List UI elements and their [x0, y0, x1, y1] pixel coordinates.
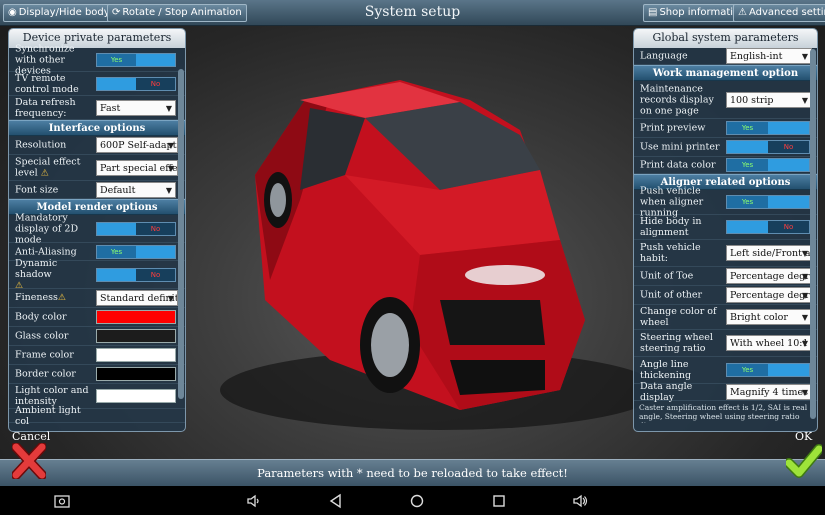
setting-row-hide-body: Hide body in alignment No	[634, 215, 817, 240]
effect-level-select[interactable]: Part special effect▼	[96, 159, 178, 176]
angle-display-select[interactable]: Magnify 4 times ▼	[726, 384, 812, 400]
back-icon[interactable]	[328, 493, 344, 509]
section-interface: Interface options	[9, 120, 185, 136]
frame-color-swatch[interactable]	[96, 348, 176, 362]
angle-thickening-toggle[interactable]: Yes	[726, 363, 810, 377]
maintenance-records-select[interactable]: 100 strip ▼	[726, 91, 812, 108]
print-preview-toggle[interactable]: Yes	[726, 121, 810, 135]
dropdown-arrow-icon: ▼	[801, 339, 808, 348]
dropdown-arrow-icon: ▼	[801, 52, 808, 61]
body-color-swatch[interactable]	[96, 310, 176, 324]
setting-row-push-habit: Push vehicle habit: Left side/Front axle…	[634, 240, 817, 267]
setting-row-mini-printer: Use mini printer No	[634, 138, 817, 157]
dropdown-arrow-icon: ▼	[167, 294, 174, 303]
device-private-panel: Device private parameters Synchronize wi…	[8, 28, 186, 432]
top-toolbar: ◉ Display/Hide body ⟳ Rotate / Stop Animat…	[0, 0, 825, 26]
home-icon[interactable]	[409, 493, 425, 509]
setting-row-steering-ratio: Steering wheel steering ratio With wheel…	[634, 330, 817, 357]
fineness-select[interactable]: Standard definition▼	[96, 290, 178, 306]
anti-aliasing-toggle[interactable]: Yes	[96, 244, 176, 259]
screenshot-icon[interactable]	[54, 493, 70, 509]
setting-row-tv-remote: TV remote control mode No	[9, 72, 185, 96]
dropdown-arrow-icon: ▼	[801, 272, 808, 281]
dropdown-arrow-icon: ▼	[801, 388, 808, 397]
setting-row-print-color: Print data color Yes	[634, 157, 817, 174]
setting-row-maintenance: Maintenance records display on one page …	[634, 81, 817, 119]
ok-label: OK	[795, 430, 813, 443]
unit-other-select[interactable]: Percentage degree ▼	[726, 287, 812, 303]
dropdown-arrow-icon: ▼	[165, 103, 172, 113]
warning-icon: ⚠	[738, 7, 747, 18]
setting-row-wheel-color: Change color of wheel Bright color ▼	[634, 305, 817, 330]
android-nav-bar	[0, 486, 825, 515]
setting-row-push-vehicle: Push vehicle when aligner running Yes	[634, 186, 817, 219]
unit-toe-select[interactable]: Percentage degree ▼	[726, 268, 812, 284]
setting-row-fontsize: Font size Default ▼	[9, 181, 185, 199]
resolution-select[interactable]: 600P Self-adaption▼	[96, 137, 178, 153]
push-habit-select[interactable]: Left side/Front axle▼	[726, 245, 812, 261]
setting-row-angle-display: Data angle display Magnify 4 times ▼	[634, 381, 817, 403]
setting-row-unit-toe: Unit of Toe Percentage degree ▼	[634, 267, 817, 286]
warning-icon: ⚠	[40, 168, 49, 178]
recent-apps-icon[interactable]	[491, 493, 507, 509]
reload-notice: Parameters with * need to be reloaded to…	[257, 466, 568, 480]
cancel-icon[interactable]	[12, 443, 46, 479]
dropdown-arrow-icon: ▼	[801, 291, 808, 300]
panel-title: Global system parameters	[634, 29, 817, 48]
setting-row-shadow: Dynamic shadow ⚠ No	[9, 258, 185, 291]
setting-row-print-preview: Print preview Yes	[634, 119, 817, 138]
section-work-management: Work management option	[634, 65, 817, 81]
dynamic-shadow-toggle[interactable]: No	[96, 267, 176, 282]
ok-checkmark-icon[interactable]	[786, 443, 822, 479]
setting-row-ambient-light: Ambient light col	[9, 405, 185, 427]
mini-printer-toggle[interactable]: No	[726, 140, 810, 154]
setting-row-body-color: Body color	[9, 308, 185, 327]
sync-toggle[interactable]: Yes	[96, 52, 176, 67]
border-color-swatch[interactable]	[96, 367, 176, 381]
setting-row-mandatory-2d: Mandatory display of 2D mode No	[9, 212, 185, 245]
advanced-setting-button[interactable]: ⚠Advanced setting	[733, 4, 825, 22]
glass-color-swatch[interactable]	[96, 329, 176, 343]
global-system-panel: Global system parameters Language Englis…	[633, 28, 818, 432]
scrollbar[interactable]	[178, 69, 184, 399]
mandatory-2d-toggle[interactable]: No	[96, 221, 176, 236]
setting-row-angle-thicken: Angle line thickening Yes	[634, 357, 817, 384]
dropdown-arrow-icon: ▼	[165, 185, 172, 195]
setting-row-sync: Synchronize with other devices Yes	[9, 43, 185, 76]
wheel-color-select[interactable]: Bright color ▼	[726, 309, 812, 325]
push-vehicle-toggle[interactable]: Yes	[726, 195, 810, 209]
tv-remote-toggle[interactable]: No	[96, 76, 176, 91]
hide-body-toggle[interactable]: No	[726, 220, 810, 234]
setting-row-language: Language English-int ▼	[634, 48, 817, 65]
setting-row-resolution: Resolution 600P Self-adaption▼	[9, 136, 185, 155]
volume-down-icon[interactable]	[246, 493, 262, 509]
dropdown-arrow-icon: ▼	[801, 313, 808, 322]
print-color-toggle[interactable]: Yes	[726, 158, 810, 172]
scrollbar[interactable]	[810, 49, 816, 419]
dropdown-arrow-icon: ▼	[801, 249, 808, 258]
language-select[interactable]: English-int ▼	[726, 48, 812, 64]
card-icon: ▤	[648, 7, 658, 18]
refresh-frequency-select[interactable]: Fast ▼	[96, 99, 176, 116]
setting-row-fineness: Fineness⚠ Standard definition▼	[9, 289, 185, 308]
volume-up-icon[interactable]	[572, 493, 588, 509]
dropdown-arrow-icon: ▼	[167, 141, 174, 150]
setting-row-refresh: Data refresh frequency: Fast ▼	[9, 96, 185, 120]
setting-row-border-color: Border color	[9, 365, 185, 384]
status-bar: Parameters with * need to be reloaded to…	[0, 459, 825, 486]
setting-row-glass-color: Glass color	[9, 327, 185, 346]
setting-row-frame-color: Frame color	[9, 346, 185, 365]
warning-icon: ⚠	[57, 293, 66, 303]
setting-row-effect: Special effect level ⚠ Part special effe…	[9, 155, 185, 181]
light-color-swatch[interactable]	[96, 389, 176, 403]
setting-row-unit-other: Unit of other Percentage degree ▼	[634, 286, 817, 305]
steering-ratio-select[interactable]: With wheel 10:1 ▼	[726, 335, 812, 351]
cancel-label: Cancel	[12, 430, 51, 443]
dropdown-arrow-icon: ▼	[167, 163, 174, 173]
font-size-select[interactable]: Default ▼	[96, 181, 176, 198]
caster-note: Caster amplification effect is 1/2, SAI …	[639, 403, 808, 423]
dropdown-arrow-icon: ▼	[801, 95, 808, 105]
